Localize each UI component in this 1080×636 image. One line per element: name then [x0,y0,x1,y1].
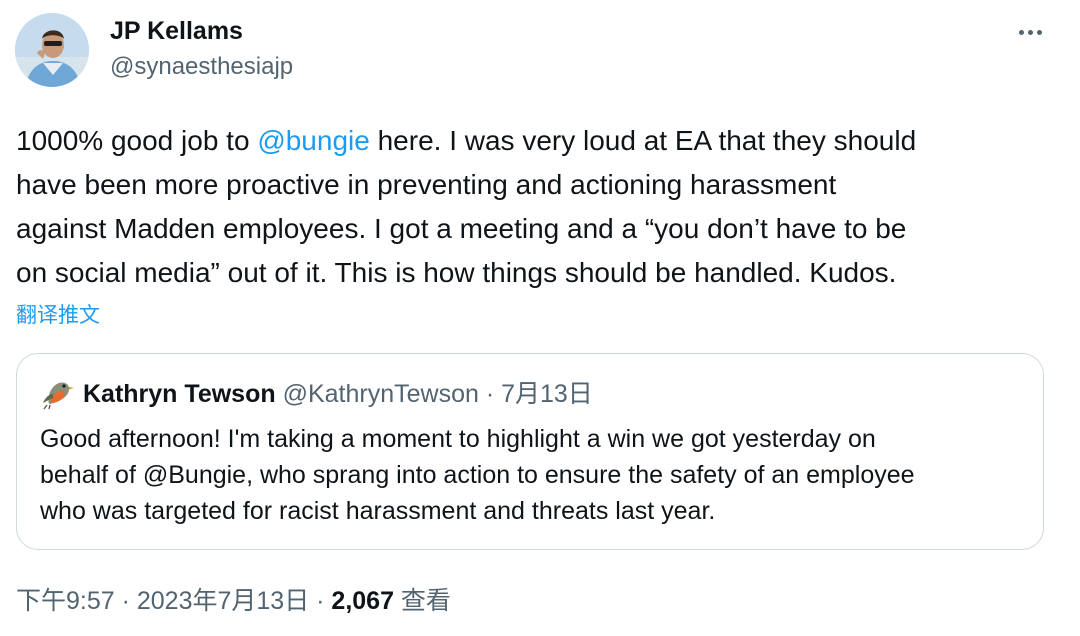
quoted-tweet-header: Kathryn Tewson @KathrynTewson · 7月13日 [83,377,593,411]
translate-tweet-link[interactable]: 翻译推文 [16,301,100,331]
views-count: 2,067 [331,587,394,615]
views-label: 查看 [393,587,451,615]
quoted-text-line: behalf of @Bungie, who sprang into actio… [40,461,915,489]
tweet-text-segment: here. I was very loud at EA that they sh… [369,125,917,156]
tweet-timestamp[interactable]: 下午9:57 · 2023年7月13日 · [16,587,331,615]
more-options-button[interactable] [1010,18,1050,46]
more-horizontal-icon [1018,29,1024,35]
tweet-text-line: against Madden employees. I got a meetin… [16,213,907,244]
tweet-card: JP Kellams @synaesthesiajp 1000% good jo… [0,0,1080,636]
quoted-tweet-card[interactable]: Kathryn Tewson @KathrynTewson · 7月13日 Go… [16,353,1044,550]
quoted-author-handle-date: @KathrynTewson · 7月13日 [275,380,593,408]
robin-bird-icon[interactable] [41,376,75,410]
tweet-text-line: have been more proactive in preventing a… [16,169,837,200]
more-dot [1027,29,1033,35]
tweet-text: 1000% good job to @bungie here. I was ve… [16,119,1066,295]
tweet-text-line: 1000% good job to @bungie here. I was ve… [16,119,1066,163]
tweet-footer-meta: 下午9:57 · 2023年7月13日 · 2,067 查看 [16,584,451,618]
tweet-text-line: on social media” out of it. This is how … [16,257,897,288]
avatar-photo-icon [15,13,89,87]
quoted-tweet-text: Good afternoon! I'm taking a moment to h… [40,421,1030,529]
quoted-text-line: who was targeted for racist harassment a… [40,497,716,525]
avatar[interactable] [15,13,89,87]
tweet-text-segment: 1000% good job to [16,125,258,156]
author-name[interactable]: JP Kellams [110,15,243,47]
quoted-author-name[interactable]: Kathryn Tewson [83,380,276,408]
quoted-text-line: Good afternoon! I'm taking a moment to h… [40,425,876,453]
mention-link-bungie[interactable]: @bungie [257,125,370,156]
author-handle[interactable]: @synaesthesiajp [110,51,293,83]
more-dot [1036,29,1042,35]
